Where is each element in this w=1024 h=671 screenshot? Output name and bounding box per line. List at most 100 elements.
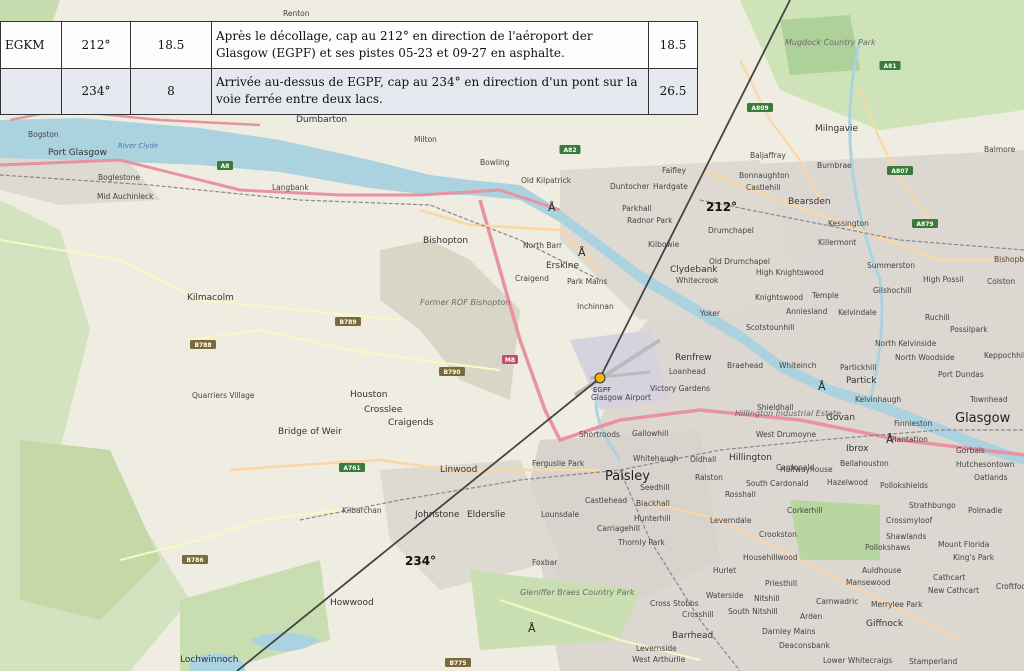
svg-text:Å: Å — [578, 246, 586, 259]
town-label: Johnstone — [414, 510, 460, 520]
suburb-label: Townhead — [969, 395, 1008, 404]
suburb-label: Croftfoot — [996, 582, 1024, 591]
suburb-label: High Possil — [923, 275, 963, 284]
navlog-cumulative: 26.5 — [648, 67, 698, 115]
town-label: Houston — [350, 390, 387, 400]
road-shield-label: A807 — [891, 168, 908, 175]
suburb-label: Anniesland — [786, 307, 828, 316]
town-label: Howwood — [330, 598, 374, 608]
suburb-label: North Kelvinside — [875, 339, 937, 348]
suburb-label: Crookston — [759, 530, 797, 539]
suburb-label: West Arthurlie — [632, 655, 686, 664]
suburb-label: Gorbals — [956, 446, 985, 455]
suburb-label: King's Park — [953, 553, 995, 562]
navlog-distance: 8 — [130, 67, 212, 115]
suburb-label: Kessington — [828, 219, 869, 228]
navlog-heading: 234° — [61, 67, 131, 115]
town-label: Ibrox — [846, 444, 869, 454]
suburb-label: Hunterhill — [634, 514, 671, 523]
svg-text:Å: Å — [548, 201, 556, 214]
navlog-distance: 18.5 — [130, 21, 212, 69]
suburb-label: Drumchapel — [708, 226, 754, 235]
suburb-label: Baljaffray — [750, 151, 786, 160]
suburb-label: Port Dundas — [938, 370, 984, 379]
suburb-label: Gallowhill — [632, 429, 668, 438]
suburb-label: Kilbowie — [648, 240, 680, 249]
suburb-label: Yoker — [699, 309, 721, 318]
town-label: Renfrew — [675, 353, 712, 363]
road-shield-label: A809 — [751, 105, 768, 112]
road-shield-label: B788 — [194, 342, 211, 349]
suburb-label: Whiteinch — [779, 361, 817, 370]
suburb-label: Crossmyloof — [886, 516, 933, 525]
suburb-label: Burnbrae — [817, 161, 852, 170]
town-label: Bridge of Weir — [278, 427, 342, 437]
suburb-label: Quarriers Village — [192, 391, 255, 400]
suburb-label: Gilshochill — [873, 286, 911, 295]
suburb-label: Craigend — [515, 274, 549, 283]
road-shield-label: M8 — [505, 357, 515, 364]
town-label: Kilmacolm — [187, 293, 234, 303]
suburb-label: Polmadie — [968, 506, 1003, 515]
navlog-row: EGKM 212° 18.5 Après le décollage, cap a… — [0, 21, 698, 69]
road-shield-label: A8 — [221, 163, 230, 170]
road-shield-label: A879 — [916, 221, 933, 228]
town-label: Bishopton — [423, 236, 468, 246]
svg-text:Å: Å — [528, 622, 536, 635]
suburb-label: Kelvinhaugh — [855, 395, 901, 404]
suburb-label: Priesthill — [765, 579, 797, 588]
suburb-label: Summerston — [867, 261, 915, 270]
suburb-label: Cross Stobbs — [650, 599, 699, 608]
town-label: Giffnock — [866, 619, 904, 629]
suburb-label: Nitshill — [754, 594, 780, 603]
airport-marker[interactable] — [594, 372, 606, 384]
suburb-label: Colston — [987, 277, 1015, 286]
town-label: Erskine — [546, 261, 579, 271]
suburb-label: West Drumoyne — [756, 430, 817, 439]
suburb-label: Whitehaugh — [633, 454, 679, 463]
area-label: Hillington Industrial Estate — [735, 409, 841, 418]
town-label: Barrhead — [672, 631, 713, 641]
suburb-label: Plantation — [890, 435, 928, 444]
suburb-label: Braehead — [727, 361, 763, 370]
suburb-label: Langbank — [272, 183, 309, 192]
suburb-label: Old Kilpatrick — [521, 176, 572, 185]
suburb-label: New Cathcart — [928, 586, 979, 595]
navlog-cumulative: 18.5 — [648, 21, 698, 69]
town-label: Milngavie — [815, 124, 859, 134]
suburb-label: Strathbungo — [909, 501, 956, 510]
suburb-label: Faifley — [662, 166, 687, 175]
suburb-label: Park Mains — [567, 277, 607, 286]
suburb-label: Radnor Park — [627, 216, 673, 225]
road-shield-label: B775 — [449, 660, 466, 667]
water-label: River Clyde — [118, 142, 158, 150]
suburb-label: Rosshall — [725, 490, 756, 499]
town-label: Bearsden — [788, 197, 831, 207]
road-shield-label: B786 — [186, 557, 203, 564]
suburb-label: Lower Whitecraigs — [823, 656, 892, 665]
town-label: Crosslee — [364, 405, 403, 415]
suburb-label: Duntocher — [610, 182, 650, 191]
suburb-label: Temple — [811, 291, 839, 300]
town-label: Port Glasgow — [48, 148, 107, 158]
suburb-label: Partickhill — [840, 363, 876, 372]
suburb-label: Renton — [283, 9, 310, 18]
suburb-label: Levernside — [636, 644, 677, 653]
suburb-label: Shortroods — [579, 430, 620, 439]
suburb-label: Glasgow Airport — [591, 393, 651, 402]
suburb-label: Castlehill — [746, 183, 780, 192]
suburb-label: Crosshill — [682, 610, 714, 619]
town-label: Linwood — [440, 465, 477, 475]
suburb-label: Lounsdale — [541, 510, 579, 519]
navlog-description: Arrivée au-dessus de EGPF, cap au 234° e… — [211, 67, 649, 115]
suburb-label: Seedhill — [640, 483, 670, 492]
suburb-label: Oldhall — [690, 455, 716, 464]
navlog-from — [0, 67, 62, 115]
town-label: Craigends — [388, 418, 434, 428]
town-label: Partick — [846, 376, 877, 386]
suburb-label: North Barr — [523, 241, 563, 250]
suburb-label: Oatlands — [974, 473, 1008, 482]
town-label: Hillington — [729, 453, 772, 463]
suburb-label: Loanhead — [669, 367, 706, 376]
suburb-label: Ralston — [695, 473, 723, 482]
